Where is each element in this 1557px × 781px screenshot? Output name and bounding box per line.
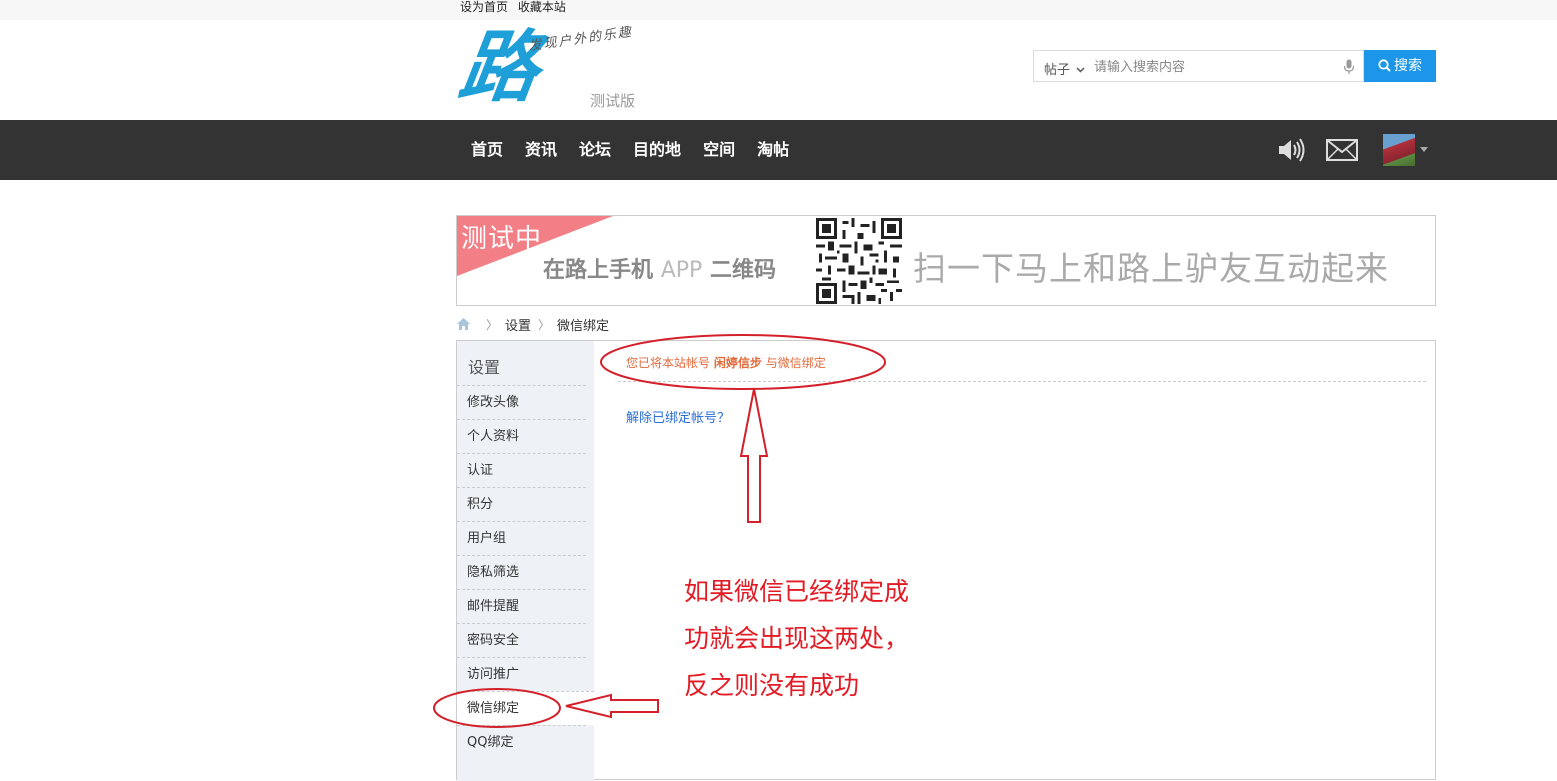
search-type-label: 帖子 xyxy=(1044,63,1071,78)
divider xyxy=(618,381,1426,382)
nav-item-destination[interactable]: 目的地 xyxy=(622,120,692,180)
banner-slogan: 扫一下马上和路上驴友互动起来 xyxy=(913,249,1389,288)
nav-item-news[interactable]: 资讯 xyxy=(514,120,568,180)
sidebar-item-usergroup[interactable]: 用户组 xyxy=(457,521,586,555)
annotation-note: 如果微信已经绑定成 功就会出现这两处， 反之则没有成功 xyxy=(684,568,909,709)
app-text-2: APP xyxy=(660,258,703,283)
settings-sidebar: 设置 修改头像 个人资料 认证 积分 用户组 隐私筛选 邮件提醒 密码安全 访问… xyxy=(457,341,594,781)
sidebar-item-password-security[interactable]: 密码安全 xyxy=(457,623,586,657)
sidebar-item-privacy[interactable]: 隐私筛选 xyxy=(457,555,586,589)
settings-panel: 设置 修改头像 个人资料 认证 积分 用户组 隐私筛选 邮件提醒 密码安全 访问… xyxy=(456,340,1436,781)
binding-status-message: 您已将本站帐号 闲婷信步 与微信绑定 xyxy=(626,354,826,371)
breadcrumb-separator-icon: 〉 xyxy=(486,317,499,332)
search-bar: 帖子 搜索 xyxy=(1033,50,1436,82)
nav-item-home[interactable]: 首页 xyxy=(460,120,514,180)
sidebar-title: 设置 xyxy=(468,358,501,377)
search-button-label: 搜索 xyxy=(1394,58,1422,74)
search-box: 帖子 xyxy=(1033,50,1364,82)
binding-suffix: 与微信绑定 xyxy=(765,356,826,370)
testing-label: 测试中 xyxy=(461,224,543,254)
speaker-icon[interactable] xyxy=(1276,136,1306,164)
sidebar-item-wechat-binding[interactable]: 微信绑定 xyxy=(457,691,594,725)
search-type-select[interactable]: 帖子 xyxy=(1044,59,1085,78)
home-icon[interactable] xyxy=(456,317,471,331)
user-menu-caret-icon[interactable] xyxy=(1420,147,1428,152)
annotation-line-1: 如果微信已经绑定成 xyxy=(684,577,910,606)
mail-icon[interactable] xyxy=(1326,139,1358,161)
unbind-account-link[interactable]: 解除已绑定帐号？ xyxy=(626,407,730,426)
sidebar-item-verification[interactable]: 认证 xyxy=(457,453,586,487)
sidebar-item-qq-binding[interactable]: QQ绑定 xyxy=(457,725,586,759)
nav-item-forum[interactable]: 论坛 xyxy=(568,120,622,180)
search-icon xyxy=(1378,59,1391,72)
breadcrumb-separator-icon: 〉 xyxy=(538,317,551,332)
logo-slogan: 发现户外的乐趣 xyxy=(527,24,634,55)
nav-item-collection[interactable]: 淘帖 xyxy=(746,120,800,180)
binding-prefix: 您已将本站帐号 xyxy=(626,356,711,370)
app-text-1: 在路上手机 xyxy=(543,258,654,283)
qr-code-icon xyxy=(816,218,902,304)
microphone-icon[interactable] xyxy=(1343,59,1355,75)
app-qr-banner[interactable]: 测试中 在路上手机 APP 二维码 扫一下马上和路上驴友互动起来 xyxy=(456,215,1436,306)
logo-calligraphy: 路 xyxy=(453,22,539,113)
breadcrumb-wechat-binding: 微信绑定 xyxy=(557,318,610,334)
annotation-line-2: 功就会出现这两处， xyxy=(684,624,910,653)
sidebar-list: 修改头像 个人资料 认证 积分 用户组 隐私筛选 邮件提醒 密码安全 访问推广 … xyxy=(457,385,594,759)
search-button[interactable]: 搜索 xyxy=(1364,50,1436,82)
breadcrumb: 〉 设置 〉 微信绑定 xyxy=(456,315,610,334)
breadcrumb-settings[interactable]: 设置 xyxy=(505,315,531,334)
sidebar-item-profile[interactable]: 个人资料 xyxy=(457,419,586,453)
app-promo-text: 在路上手机 APP 二维码 xyxy=(543,252,776,284)
beta-label: 测试版 xyxy=(590,92,636,110)
wechat-binding-pane: 您已将本站帐号 闲婷信步 与微信绑定 解除已绑定帐号？ xyxy=(594,341,1435,781)
sidebar-item-avatar[interactable]: 修改头像 xyxy=(457,385,586,419)
sidebar-item-referral[interactable]: 访问推广 xyxy=(457,657,586,691)
bookmark-link[interactable]: 收藏本站 xyxy=(518,0,566,14)
chevron-down-icon xyxy=(1076,67,1085,73)
nav-menu: 首页 资讯 论坛 目的地 空间 淘帖 xyxy=(460,120,800,180)
nav-item-space[interactable]: 空间 xyxy=(692,120,746,180)
top-links: 设为首页 收藏本站 xyxy=(460,0,572,14)
user-avatar[interactable] xyxy=(1383,134,1415,166)
site-logo[interactable]: 路 发现户外的乐趣 测试版 xyxy=(454,22,660,118)
main-navbar: 首页 资讯 论坛 目的地 空间 淘帖 xyxy=(0,120,1557,180)
bound-username: 闲婷信步 xyxy=(713,356,762,370)
app-text-3: 二维码 xyxy=(709,258,776,283)
sidebar-item-points[interactable]: 积分 xyxy=(457,487,586,521)
set-homepage-link[interactable]: 设为首页 xyxy=(460,0,508,14)
sidebar-item-email-reminder[interactable]: 邮件提醒 xyxy=(457,589,586,623)
search-input[interactable] xyxy=(1094,55,1334,77)
top-strip: 设为首页 收藏本站 xyxy=(0,0,1557,20)
annotation-line-3: 反之则没有成功 xyxy=(684,671,860,700)
